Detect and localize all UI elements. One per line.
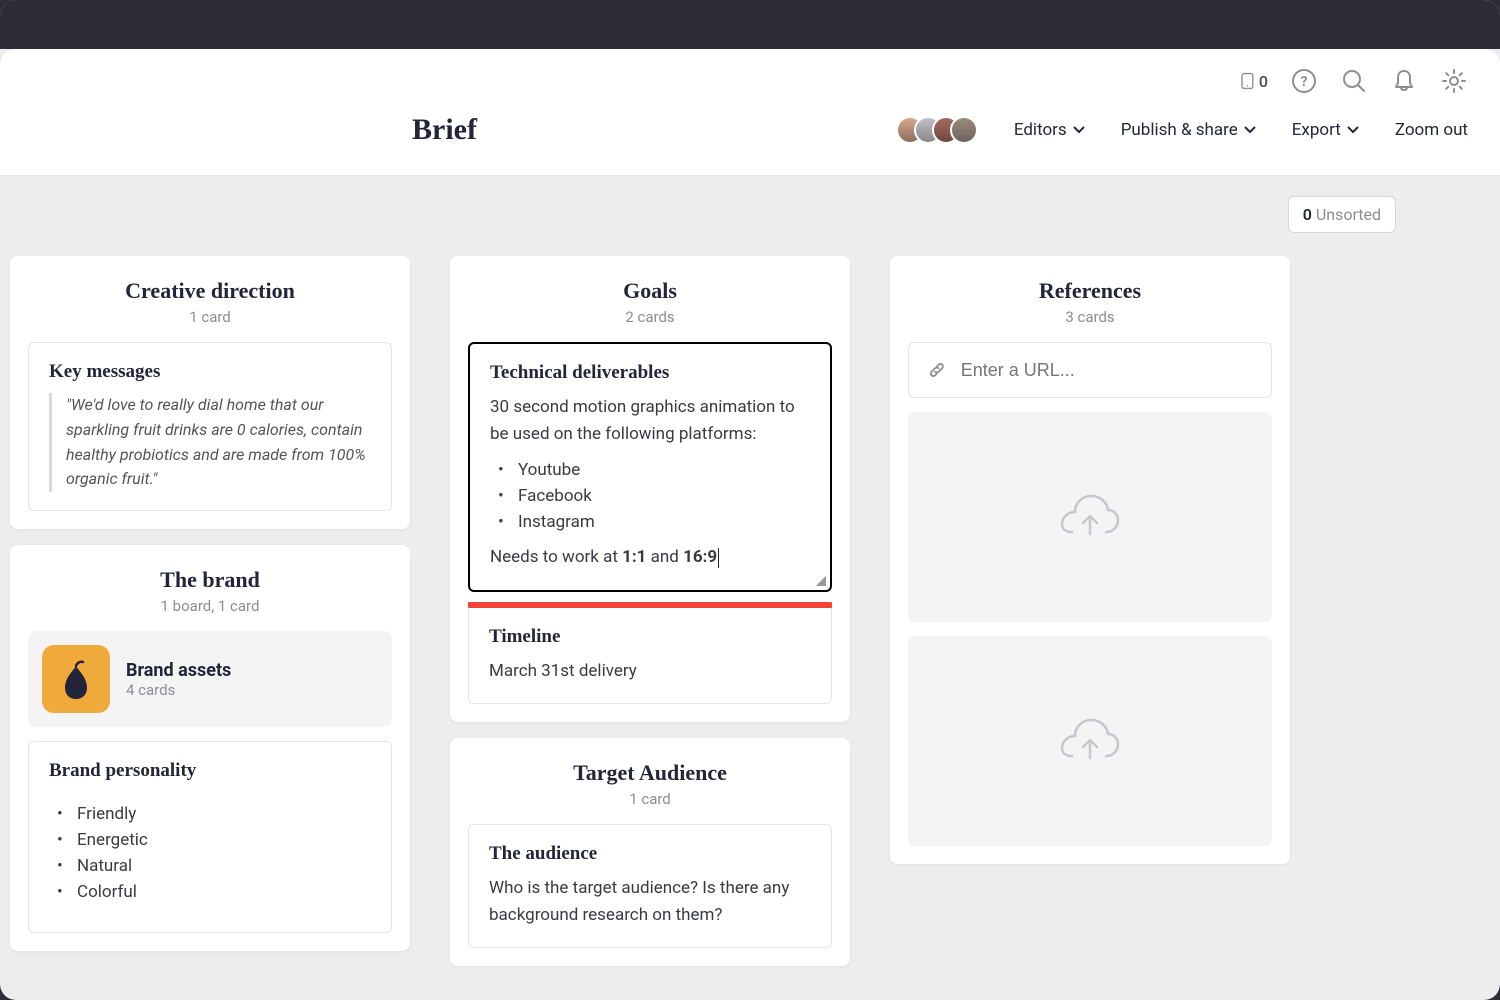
svg-text:?: ? (1301, 74, 1308, 90)
list-item: Friendly (49, 804, 371, 824)
drag-indicator (468, 602, 832, 608)
url-input-card[interactable] (908, 342, 1272, 398)
upload-dropzone[interactable] (908, 412, 1272, 622)
devices-button[interactable]: 0 (1240, 67, 1268, 95)
section-subtitle: 1 card (28, 308, 392, 326)
section-title: Creative direction (28, 278, 392, 304)
list-item: Facebook (490, 486, 810, 506)
card-timeline[interactable]: Timeline March 31st delivery (468, 608, 832, 704)
card-brand-personality[interactable]: Brand personality Friendly Energetic Nat… (28, 741, 392, 933)
list-item: Energetic (49, 830, 371, 850)
chevron-down-icon (1073, 126, 1085, 134)
quote-text: "We'd love to really dial home that our … (49, 393, 371, 492)
upload-dropzone[interactable] (908, 636, 1272, 846)
url-input[interactable] (961, 360, 1253, 381)
section-subtitle: 2 cards (468, 308, 832, 326)
section-references: References 3 cards (890, 256, 1290, 864)
section-title: Goals (468, 278, 832, 304)
aspect-ratio-line: Needs to work at 1:1 and 16:9 (490, 544, 810, 571)
section-the-brand: The brand 1 board, 1 card Brand assets 4… (10, 545, 410, 951)
section-subtitle: 1 card (468, 790, 832, 808)
section-subtitle: 3 cards (908, 308, 1272, 326)
section-title: The brand (28, 567, 392, 593)
bell-icon[interactable] (1390, 67, 1418, 95)
board-brand-assets[interactable]: Brand assets 4 cards (28, 631, 392, 727)
cloud-upload-icon (1058, 716, 1122, 766)
board-title: Brand assets (126, 660, 231, 681)
section-creative-direction: Creative direction 1 card Key messages "… (10, 256, 410, 529)
chevron-down-icon (1347, 126, 1359, 134)
gear-icon[interactable] (1440, 67, 1468, 95)
list-item: Instagram (490, 512, 810, 532)
link-icon (927, 359, 947, 381)
text-cursor (718, 548, 719, 568)
page-title: Brief (412, 113, 477, 147)
publish-share-menu[interactable]: Publish & share (1121, 120, 1256, 140)
section-title: Target Audience (468, 760, 832, 786)
devices-count: 0 (1259, 72, 1268, 91)
collaborator-avatars[interactable] (906, 116, 978, 144)
list-item: Colorful (49, 882, 371, 902)
section-title: References (908, 278, 1272, 304)
unsorted-pill[interactable]: 0Unsorted (1288, 196, 1396, 233)
section-goals: Goals 2 cards Technical deliverables 30 … (450, 256, 850, 722)
board-subtitle: 4 cards (126, 681, 231, 699)
section-target-audience: Target Audience 1 card The audience Who … (450, 738, 850, 966)
cloud-upload-icon (1058, 492, 1122, 542)
export-menu[interactable]: Export (1292, 120, 1359, 140)
help-icon[interactable]: ? (1290, 67, 1318, 95)
list-item: Natural (49, 856, 371, 876)
search-icon[interactable] (1340, 67, 1368, 95)
avatar (950, 116, 978, 144)
card-technical-deliverables[interactable]: Technical deliverables 30 second motion … (468, 342, 832, 592)
zoom-out-button[interactable]: Zoom out (1395, 120, 1468, 140)
chevron-down-icon (1244, 126, 1256, 134)
section-subtitle: 1 board, 1 card (28, 597, 392, 615)
board-thumbnail (42, 645, 110, 713)
card-key-messages[interactable]: Key messages "We'd love to really dial h… (28, 342, 392, 511)
card-the-audience[interactable]: The audience Who is the target audience?… (468, 824, 832, 948)
editors-menu[interactable]: Editors (1014, 120, 1085, 140)
list-item: Youtube (490, 460, 810, 480)
